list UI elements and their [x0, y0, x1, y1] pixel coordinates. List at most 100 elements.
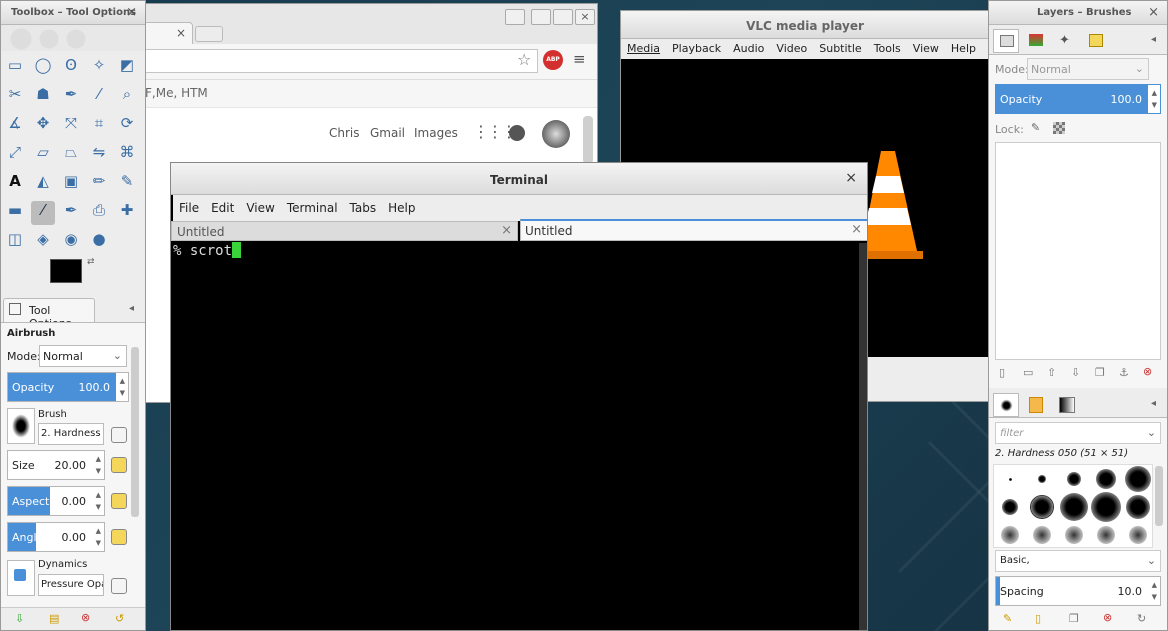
- brush-thumbnail[interactable]: [1065, 526, 1083, 544]
- link-gmail[interactable]: Gmail: [370, 126, 405, 140]
- configure-tab-icon[interactable]: ◂: [129, 303, 134, 314]
- spin-arrows-icon[interactable]: ▲ ▼: [96, 525, 101, 549]
- move-icon[interactable]: ✥: [31, 114, 55, 138]
- airbrush-icon[interactable]: ⁄: [31, 201, 55, 225]
- perspective-clone-icon[interactable]: ◫: [3, 230, 27, 254]
- terminal-menu-tabs[interactable]: Tabs: [344, 201, 383, 221]
- foreground-select-icon[interactable]: ☗: [31, 85, 55, 109]
- close-icon[interactable]: ×: [126, 5, 137, 20]
- lock-alpha-icon[interactable]: [1053, 122, 1065, 134]
- close-icon[interactable]: ×: [575, 9, 595, 25]
- configure-tab-icon[interactable]: ◂: [1151, 34, 1156, 45]
- avatar[interactable]: [542, 120, 570, 148]
- spin-arrows-icon[interactable]: ▲ ▼: [1152, 87, 1157, 111]
- vlc-menu-playback[interactable]: Playback: [666, 42, 727, 59]
- tab-undo[interactable]: [1083, 29, 1109, 53]
- paintbrush-icon[interactable]: ✎: [115, 172, 139, 196]
- terminal-menu-terminal[interactable]: Terminal: [281, 201, 344, 221]
- scrollbar[interactable]: [131, 347, 139, 517]
- address-bar[interactable]: [131, 49, 538, 73]
- tab-brushes[interactable]: [993, 393, 1019, 417]
- eraser-icon[interactable]: ▬: [3, 201, 27, 225]
- terminal-tab-active[interactable]: Untitled ×: [520, 219, 867, 241]
- pencil-icon[interactable]: ✏: [87, 172, 111, 196]
- close-tab-icon[interactable]: ×: [851, 222, 862, 237]
- new-tab-button[interactable]: [195, 26, 223, 42]
- profile-icon[interactable]: [505, 9, 525, 25]
- brush-thumbnail[interactable]: [1091, 492, 1121, 522]
- brush-thumbnail[interactable]: [1129, 526, 1147, 544]
- brush-grid[interactable]: [993, 464, 1153, 548]
- wilber-drop-area[interactable]: [1, 25, 145, 51]
- crop-icon[interactable]: ⌗: [87, 114, 111, 138]
- maximize-icon[interactable]: [553, 9, 573, 25]
- edit-brush-icon[interactable]: [111, 427, 127, 443]
- smudge-icon[interactable]: ◉: [59, 230, 83, 254]
- edit-brush-icon[interactable]: ✎: [1003, 612, 1012, 625]
- text-icon[interactable]: A: [3, 172, 27, 196]
- duplicate-layer-icon[interactable]: ❐: [1095, 366, 1105, 379]
- brush-thumbnail[interactable]: [1060, 493, 1088, 521]
- vlc-menu-subtitle[interactable]: Subtitle: [813, 42, 867, 59]
- free-select-icon[interactable]: ʘ: [59, 56, 83, 80]
- adblock-icon[interactable]: ABP: [543, 50, 563, 70]
- save-options-icon[interactable]: ⇩: [15, 612, 24, 625]
- edit-dynamics-icon[interactable]: [111, 578, 127, 594]
- terminal-menu-edit[interactable]: Edit: [205, 201, 240, 221]
- configure-tab-icon[interactable]: ◂: [1151, 398, 1156, 409]
- tab-layers[interactable]: [993, 29, 1019, 53]
- measure-icon[interactable]: ∡: [3, 114, 27, 138]
- dynamics-field[interactable]: Pressure Opa: [38, 574, 104, 596]
- align-icon[interactable]: ⤧: [59, 114, 83, 138]
- delete-brush-icon[interactable]: ⊗: [1103, 611, 1112, 624]
- scrollbar[interactable]: [583, 116, 593, 164]
- scale-icon[interactable]: ⤢: [3, 143, 27, 167]
- rect-select-icon[interactable]: ▭: [3, 56, 27, 80]
- terminal-menu-view[interactable]: View: [240, 201, 280, 221]
- vlc-menu-audio[interactable]: Audio: [727, 42, 770, 59]
- tab-gradients[interactable]: [1053, 393, 1079, 417]
- opacity-slider[interactable]: Opacity 100.0 ▲ ▼: [7, 372, 129, 402]
- brush-thumbnail[interactable]: [1067, 472, 1081, 486]
- filter-input[interactable]: filter ⌄: [995, 422, 1161, 444]
- layer-opacity-slider[interactable]: Opacity 100.0 ▲ ▼: [995, 84, 1161, 114]
- duplicate-brush-icon[interactable]: ❐: [1069, 612, 1079, 625]
- dodge-burn-icon[interactable]: ●: [87, 230, 111, 254]
- fuzzy-select-icon[interactable]: ✧: [87, 56, 111, 80]
- paths-tool-icon[interactable]: ✒: [59, 85, 83, 109]
- vlc-menu-help[interactable]: Help: [945, 42, 982, 59]
- menu-icon[interactable]: ≡: [573, 50, 586, 68]
- raise-layer-icon[interactable]: ⇧: [1047, 366, 1056, 379]
- vlc-menu-view[interactable]: View: [907, 42, 945, 59]
- brush-thumbnail[interactable]: [1125, 466, 1151, 492]
- angle-spin[interactable]: Angle 0.00 ▲ ▼: [7, 522, 105, 552]
- layers-list[interactable]: [995, 142, 1161, 360]
- close-icon[interactable]: ×: [845, 170, 857, 186]
- bookmark-star-icon[interactable]: ☆: [517, 50, 531, 69]
- swap-colors-icon[interactable]: ⇄: [87, 257, 95, 267]
- flip-icon[interactable]: ⇋: [87, 143, 111, 167]
- restore-options-icon[interactable]: ▤: [49, 612, 59, 625]
- spin-arrows-icon[interactable]: ▲ ▼: [120, 375, 125, 399]
- shear-icon[interactable]: ▱: [31, 143, 55, 167]
- terminal-tab[interactable]: Untitled ×: [171, 221, 518, 241]
- brush-thumbnail[interactable]: [1097, 526, 1115, 544]
- close-tab-icon[interactable]: ×: [501, 223, 512, 238]
- brush-thumbnail[interactable]: [1002, 499, 1018, 515]
- reset-angle-icon[interactable]: [111, 529, 127, 545]
- bucket-fill-icon[interactable]: ◭: [31, 172, 55, 196]
- spin-arrows-icon[interactable]: ▲ ▼: [1152, 579, 1157, 603]
- new-layer-icon[interactable]: ▯: [999, 366, 1005, 379]
- color-select-icon[interactable]: ◩: [115, 56, 139, 80]
- tab-patterns[interactable]: [1023, 393, 1049, 417]
- aspect-spin[interactable]: Aspect… 0.00 ▲ ▼: [7, 486, 105, 516]
- reset-options-icon[interactable]: ↺: [115, 612, 124, 625]
- scrollbar[interactable]: [1155, 466, 1163, 526]
- vlc-menu-tools[interactable]: Tools: [868, 42, 907, 59]
- terminal-menu-help[interactable]: Help: [382, 201, 421, 221]
- brush-thumbnail[interactable]: [1030, 495, 1054, 519]
- link-chris[interactable]: Chris: [329, 126, 360, 140]
- rotate-icon[interactable]: ⟳: [115, 114, 139, 138]
- color-picker-icon[interactable]: ⁄: [87, 85, 111, 109]
- spacing-slider[interactable]: Spacing 10.0 ▲ ▼: [995, 576, 1161, 606]
